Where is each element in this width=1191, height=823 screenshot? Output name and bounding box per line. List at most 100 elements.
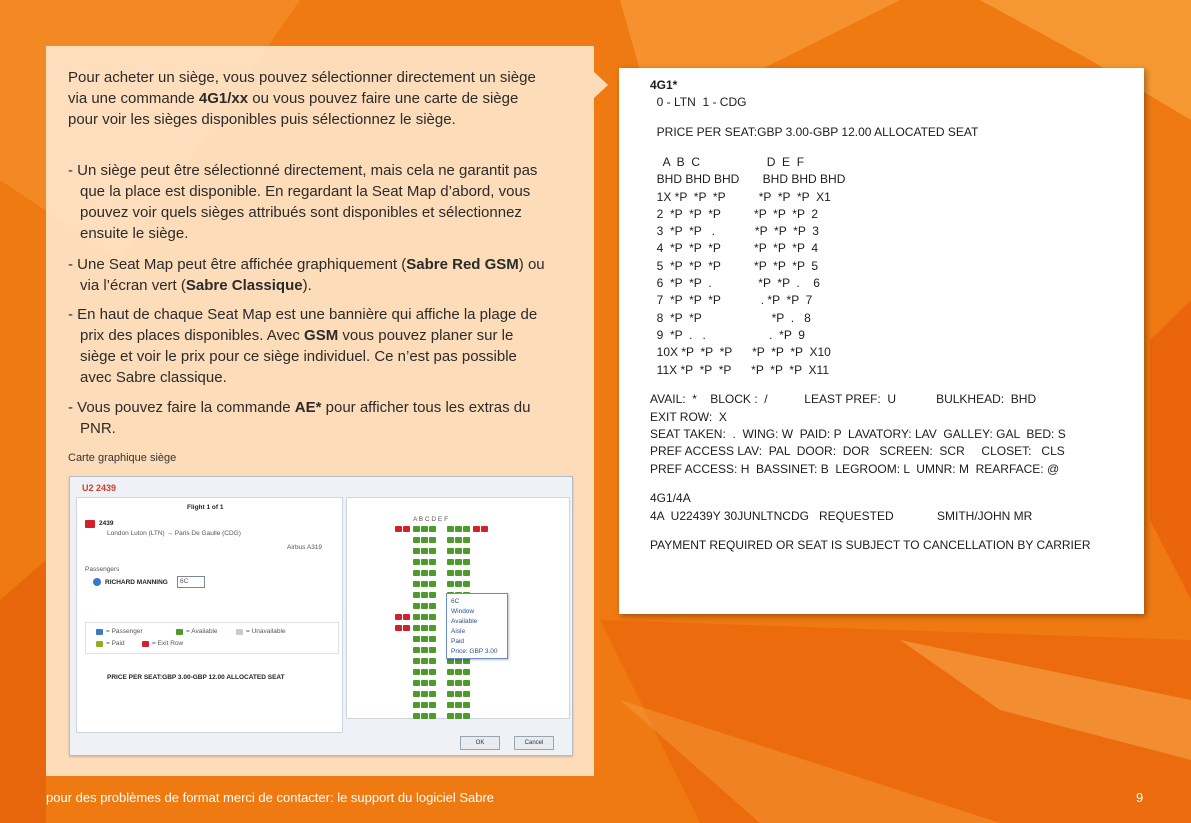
seat[interactable] — [455, 680, 462, 686]
seat[interactable] — [413, 570, 420, 576]
legend-paid-swatch — [96, 641, 103, 647]
seat[interactable] — [429, 548, 436, 554]
seat[interactable] — [429, 625, 436, 631]
seat[interactable] — [413, 592, 420, 598]
seat[interactable] — [429, 614, 436, 620]
seat[interactable] — [413, 559, 420, 565]
seat[interactable] — [429, 669, 436, 675]
bullet-price-banner: - En haut de chaque Seat Map est une ban… — [68, 304, 550, 388]
seat[interactable] — [463, 680, 470, 686]
seat[interactable] — [421, 603, 428, 609]
seat[interactable] — [421, 669, 428, 675]
seat[interactable] — [421, 581, 428, 587]
seat[interactable] — [413, 658, 420, 664]
ok-button[interactable]: OK — [460, 736, 500, 750]
exit-row-marker — [403, 614, 410, 620]
seat[interactable] — [455, 526, 462, 532]
seat[interactable] — [413, 647, 420, 653]
seat[interactable] — [429, 526, 436, 532]
seat[interactable] — [463, 581, 470, 587]
seat[interactable] — [447, 713, 454, 719]
seat[interactable] — [447, 559, 454, 565]
seat[interactable] — [429, 702, 436, 708]
seat[interactable] — [463, 713, 470, 719]
seat[interactable] — [463, 548, 470, 554]
seat[interactable] — [429, 680, 436, 686]
seat[interactable] — [421, 537, 428, 543]
seat[interactable] — [447, 680, 454, 686]
seat[interactable] — [429, 636, 436, 642]
seat[interactable] — [421, 559, 428, 565]
seat[interactable] — [413, 636, 420, 642]
seat[interactable] — [413, 680, 420, 686]
seat[interactable] — [455, 669, 462, 675]
seat[interactable] — [413, 581, 420, 587]
seat[interactable] — [463, 559, 470, 565]
seat[interactable] — [447, 526, 454, 532]
seat[interactable] — [421, 658, 428, 664]
seat[interactable] — [421, 713, 428, 719]
terminal-line: 4A U22439Y 30JUNLTNCDG REQUESTED SMITH/J… — [650, 508, 1033, 523]
seat[interactable] — [413, 526, 420, 532]
seat[interactable] — [463, 669, 470, 675]
seat[interactable] — [455, 559, 462, 565]
seat[interactable] — [421, 625, 428, 631]
seat[interactable] — [447, 702, 454, 708]
flight-counter: Flight 1 of 1 — [187, 504, 224, 511]
seat-assignment-field[interactable]: 6C — [177, 576, 205, 588]
seat[interactable] — [413, 713, 420, 719]
tooltip-line: Paid — [451, 638, 465, 645]
seat[interactable] — [421, 614, 428, 620]
seat[interactable] — [421, 548, 428, 554]
seat[interactable] — [429, 581, 436, 587]
seat[interactable] — [429, 537, 436, 543]
seat[interactable] — [455, 713, 462, 719]
seat[interactable] — [455, 548, 462, 554]
seat[interactable] — [447, 669, 454, 675]
seat[interactable] — [429, 592, 436, 598]
seat[interactable] — [429, 559, 436, 565]
seat[interactable] — [429, 713, 436, 719]
seat[interactable] — [455, 570, 462, 576]
seat[interactable] — [421, 570, 428, 576]
seat[interactable] — [447, 581, 454, 587]
intro-paragraph: Pour acheter un siège, vous pouvez sélec… — [68, 67, 538, 130]
seat[interactable] — [463, 526, 470, 532]
seat[interactable] — [455, 537, 462, 543]
seat[interactable] — [429, 570, 436, 576]
seat[interactable] — [447, 691, 454, 697]
seat[interactable] — [463, 702, 470, 708]
cancel-button[interactable]: Cancel — [514, 736, 554, 750]
seat[interactable] — [463, 537, 470, 543]
seat[interactable] — [455, 691, 462, 697]
seat[interactable] — [421, 680, 428, 686]
seat[interactable] — [429, 603, 436, 609]
seat[interactable] — [413, 625, 420, 631]
seat[interactable] — [421, 592, 428, 598]
seat[interactable] — [421, 702, 428, 708]
seat[interactable] — [413, 614, 420, 620]
seat[interactable] — [421, 636, 428, 642]
seat[interactable] — [421, 526, 428, 532]
seat[interactable] — [447, 537, 454, 543]
seat[interactable] — [413, 669, 420, 675]
seat[interactable] — [429, 691, 436, 697]
seat[interactable] — [421, 647, 428, 653]
seat[interactable] — [447, 548, 454, 554]
seat[interactable] — [455, 581, 462, 587]
seat[interactable] — [413, 603, 420, 609]
seat[interactable] — [413, 537, 420, 543]
seat[interactable] — [463, 570, 470, 576]
seat[interactable] — [413, 548, 420, 554]
seat[interactable] — [413, 702, 420, 708]
seat[interactable] — [413, 691, 420, 697]
seat[interactable] — [447, 570, 454, 576]
seat[interactable] — [429, 658, 436, 664]
seat-map-info-panel: Flight 1 of 1 2439 London Luton (LTN) → … — [76, 497, 343, 733]
seat[interactable] — [463, 691, 470, 697]
seat[interactable] — [455, 702, 462, 708]
seat[interactable] — [421, 691, 428, 697]
terminal-line: 4G1* — [650, 78, 678, 92]
terminal-line: 7 *P *P *P . *P *P 7 — [650, 293, 813, 308]
seat[interactable] — [429, 647, 436, 653]
